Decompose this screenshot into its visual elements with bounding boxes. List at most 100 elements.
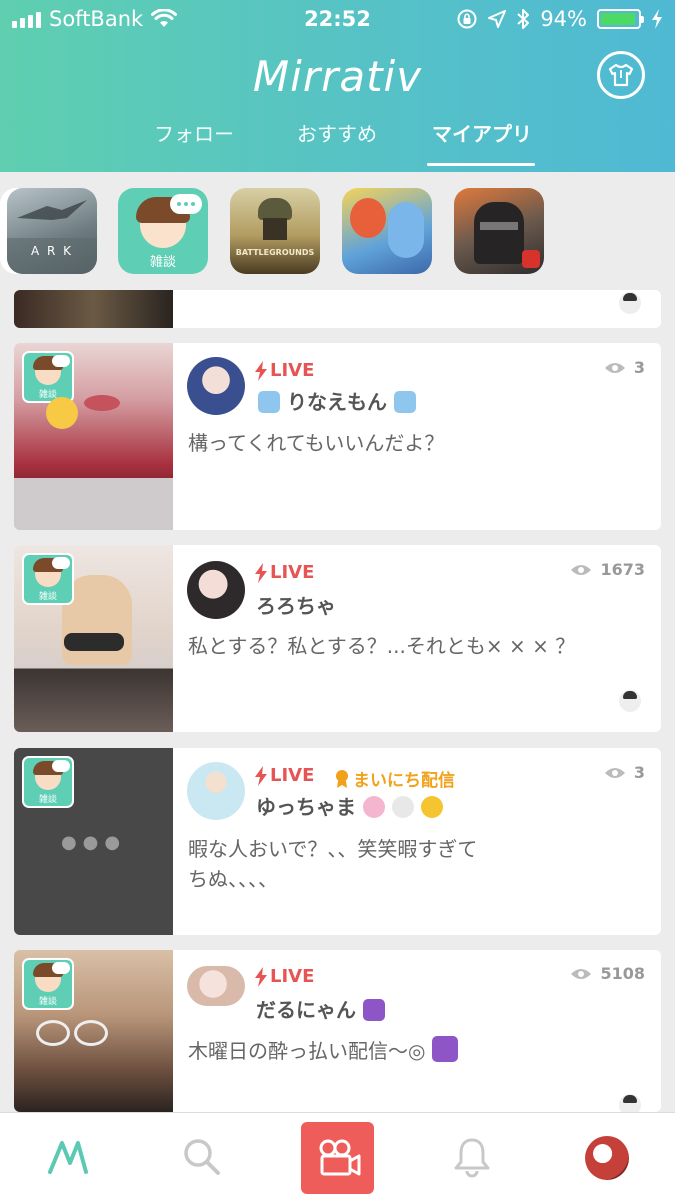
pubg-face xyxy=(263,218,287,240)
thumbnail-lips xyxy=(84,395,120,411)
battery-percent: 94% xyxy=(540,7,587,31)
stream-title: 私とする？私とする？...それとも× × × ？ xyxy=(188,634,576,658)
feed-card-partial[interactable] xyxy=(14,290,661,328)
bottom-tab-bar xyxy=(0,1112,675,1200)
viewer-avatar xyxy=(619,1094,641,1112)
lightning-icon xyxy=(255,562,267,583)
bell-icon xyxy=(454,1138,490,1178)
app-pubg-label: BATTLEGROUNDS xyxy=(235,248,315,257)
category-badge: 雑談 xyxy=(22,351,74,403)
camera-icon xyxy=(319,1139,360,1176)
streamer-avatar[interactable] xyxy=(187,357,245,415)
streamer-avatar[interactable] xyxy=(187,762,245,820)
app-logo: Mirrativ xyxy=(252,52,423,101)
app-fps-game[interactable] xyxy=(454,188,544,274)
soldier-silhouette xyxy=(474,202,524,264)
status-bar: SoftBank 22:52 94% xyxy=(0,0,675,38)
thumbnail-garment xyxy=(64,633,124,651)
active-tab-indicator xyxy=(427,163,535,166)
soldier-goggles xyxy=(480,222,518,230)
app-pubg[interactable]: BATTLEGROUNDS xyxy=(230,188,320,274)
stream-thumbnail xyxy=(14,290,173,328)
feed-card[interactable]: 雑談 LIVE 5108 だるにゃん 木曜日の酔っ払い配信〜◎ xyxy=(14,950,661,1112)
stream-title: 木曜日の酔っ払い配信〜◎ xyxy=(188,1036,638,1066)
view-count: 5108 xyxy=(570,964,645,983)
streamer-name: ゆっちゃま xyxy=(256,791,443,820)
lock-rotation-icon xyxy=(457,9,477,29)
loading-dots-icon: ●●● xyxy=(60,832,127,853)
tab-recommended[interactable]: おすすめ xyxy=(297,118,377,147)
app-monster-strike[interactable] xyxy=(342,188,432,274)
speech-bubble-icon xyxy=(170,194,202,214)
streamer-avatar[interactable] xyxy=(187,561,245,619)
category-badge: 雑談 xyxy=(22,756,74,808)
eye-icon xyxy=(604,767,625,778)
profile-avatar[interactable] xyxy=(585,1136,629,1180)
streamer-name: だるにゃん xyxy=(256,994,385,1023)
shirt-icon xyxy=(608,63,634,87)
kiss-emoji-icon xyxy=(46,397,78,429)
feed-card[interactable]: ●●● 雑談 LIVE まいにち配信 3 ゆっちゃま 暇な人おいで？、、笑笑暇す… xyxy=(14,748,661,935)
pubg-helmet xyxy=(258,198,292,220)
app-ark-label: A R K xyxy=(30,244,74,258)
eye-icon xyxy=(571,968,592,979)
status-right: 94% xyxy=(456,7,663,31)
ark-dinosaur-icon xyxy=(7,200,97,274)
app-zatsudan-label: 雑談 xyxy=(149,255,176,270)
view-count: 1673 xyxy=(570,560,645,579)
live-badge: LIVE xyxy=(254,562,314,583)
live-badge: LIVE xyxy=(254,765,314,786)
bluetooth-icon xyxy=(517,9,530,29)
medal-icon xyxy=(336,769,348,788)
lightning-icon xyxy=(255,966,267,987)
lightning-icon xyxy=(255,360,267,381)
crescent-moon-icon xyxy=(431,1036,458,1062)
battery-icon xyxy=(597,9,644,29)
streamer-avatar[interactable] xyxy=(187,966,245,1006)
charging-icon xyxy=(652,9,662,29)
thumbnail-bar xyxy=(14,478,173,530)
streamer-name: ろろちゃ xyxy=(256,594,336,618)
viewer-avatar xyxy=(619,690,641,712)
feed-card[interactable]: 雑談 LIVE 1673 ろろちゃ 私とする？私とする？...それとも× × ×… xyxy=(14,545,661,732)
home-tab[interactable] xyxy=(38,1129,98,1185)
stream-title: 暇な人おいで？、、笑笑暇すぎて ちぬ、、、、 xyxy=(188,837,478,891)
monst-char-blue xyxy=(388,202,424,258)
live-badge: LIVE xyxy=(254,966,314,987)
app-ark[interactable]: A R K xyxy=(7,188,97,274)
tab-follow[interactable]: フォロー xyxy=(154,118,234,147)
rabbit-icon xyxy=(391,796,414,818)
crescent-moon-icon xyxy=(362,999,385,1021)
search-tab[interactable] xyxy=(172,1129,232,1185)
game-badge xyxy=(522,250,540,268)
shirt-button[interactable] xyxy=(597,51,645,99)
cherry-blossom-icon xyxy=(362,796,385,818)
live-badge: LIVE xyxy=(254,360,314,381)
stream-title: 構ってくれてもいいんだよ？ xyxy=(188,431,445,455)
start-stream-button[interactable] xyxy=(301,1122,374,1194)
lightning-icon xyxy=(255,765,267,786)
category-badge: 雑談 xyxy=(22,553,74,605)
feed-card[interactable]: 雑談 LIVE 3 りなえもん 構ってくれてもいいんだよ？ xyxy=(14,343,661,530)
notifications-tab[interactable] xyxy=(442,1129,502,1185)
my-apps-row: A R K 雑談 BATTLEGROUNDS + xyxy=(0,188,675,276)
thumbnail-glasses xyxy=(74,1020,108,1046)
feed-tabs: フォロー おすすめ マイアプリ xyxy=(0,116,675,172)
view-count: 3 xyxy=(604,763,645,782)
app-zatsudan[interactable]: 雑談 xyxy=(118,188,208,274)
thumbnail-glasses xyxy=(36,1020,70,1046)
category-badge: 雑談 xyxy=(22,958,74,1010)
home-icon xyxy=(48,1141,88,1174)
viewer-avatar xyxy=(619,292,641,314)
diamond-icon xyxy=(393,391,416,413)
eye-icon xyxy=(571,564,592,575)
location-icon xyxy=(488,10,507,28)
streamer-name: りなえもん xyxy=(258,386,416,415)
monst-char-red xyxy=(350,198,386,238)
eye-icon xyxy=(604,362,625,373)
daily-stream-badge: まいにち配信 xyxy=(334,766,455,791)
tab-my-apps[interactable]: マイアプリ xyxy=(432,118,532,147)
diamond-icon xyxy=(258,391,280,413)
search-icon xyxy=(184,1139,220,1175)
view-count: 3 xyxy=(604,358,645,377)
